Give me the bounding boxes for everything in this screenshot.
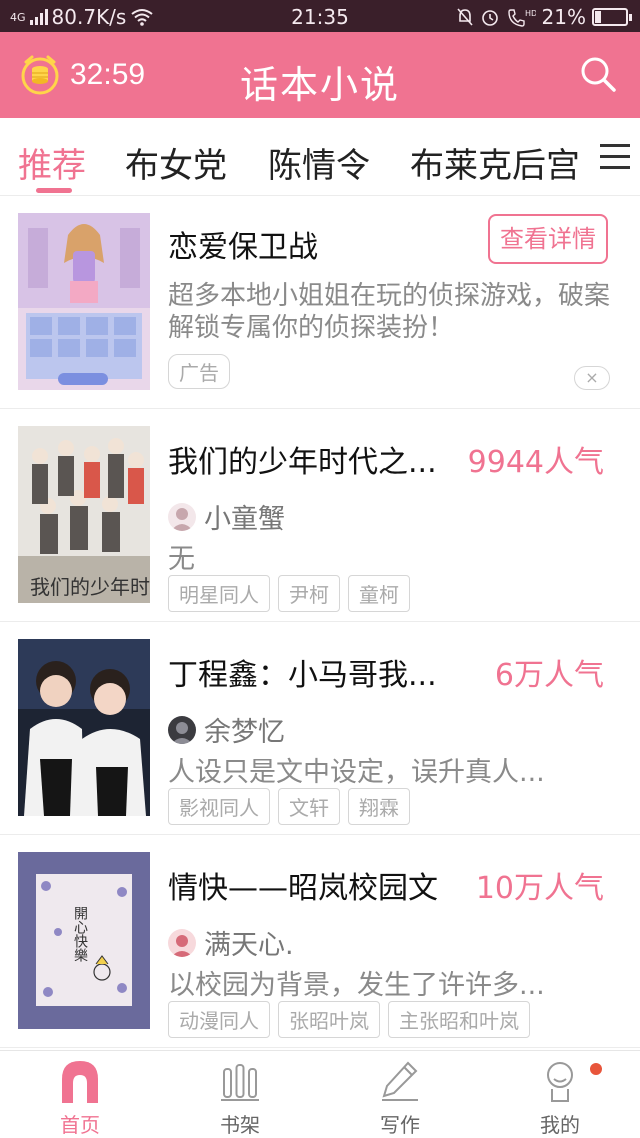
nav-label: 首页 (60, 1113, 100, 1137)
category-tabs: 推荐 布女党 陈情令 布莱克后宫 (0, 118, 640, 196)
tab-recommend[interactable]: 推荐 (18, 138, 86, 187)
tag[interactable]: 主张昭和叶岚 (388, 1001, 530, 1038)
tag[interactable]: 尹柯 (278, 575, 340, 612)
story-cover-image: 開心快樂 (18, 852, 150, 1029)
ad-title: 恋爱保卫战 (168, 230, 318, 265)
tab-blake-harem[interactable]: 布莱克后宫 (410, 138, 580, 187)
call-hd-icon: HD (507, 9, 536, 27)
story-feed: 恋爱保卫战 查看详情 超多本地小姐姐在玩的侦探游戏，破案解锁专属你的侦探装扮！ … (0, 196, 640, 1048)
profile-icon (547, 1062, 573, 1102)
avatar (168, 715, 196, 744)
battery-percent: 21% (541, 5, 586, 29)
svg-text:HD: HD (525, 9, 536, 18)
tag[interactable]: 动漫同人 (168, 1001, 270, 1038)
nav-label: 书架 (220, 1113, 260, 1137)
alarm-icon (481, 10, 498, 26)
author-row[interactable]: 满天心. (168, 923, 294, 962)
story-description: 无 (168, 544, 195, 575)
story-card[interactable]: 丁程鑫：小马哥我... 6万人气 余梦忆 人设只是文中设定，误升真人... 影视… (0, 622, 640, 835)
tag-list: 影视同人 文轩 翔霖 (168, 788, 410, 825)
ad-cover-image (18, 213, 150, 390)
battery-fill (595, 11, 601, 23)
notification-dot (590, 1063, 602, 1075)
story-description: 以校园为背景，发生了许许多... (168, 970, 545, 1001)
author-row[interactable]: 余梦忆 (168, 710, 285, 749)
popularity: 9944人气 (467, 445, 604, 480)
close-ad-button[interactable]: × (574, 366, 610, 390)
bottom-nav: 首页 书架 写作 我的 (0, 1050, 640, 1138)
ad-description: 超多本地小姐姐在玩的侦探游戏，破案解锁专属你的侦探装扮！ (168, 281, 611, 343)
cover-title-text: 我们的少年时代 (30, 575, 150, 599)
popularity: 6万人气 (494, 658, 604, 693)
tab-bunvdang[interactable]: 布女党 (125, 138, 227, 187)
author-name: 满天心. (204, 930, 294, 961)
tag[interactable]: 文轩 (278, 788, 340, 825)
author-name: 余梦忆 (204, 717, 285, 748)
author-name: 小童蟹 (204, 504, 285, 535)
story-cover-image (18, 639, 150, 816)
author-row[interactable]: 小童蟹 (168, 497, 285, 536)
tag[interactable]: 影视同人 (168, 788, 270, 825)
tag-list: 明星同人 尹柯 童柯 (168, 575, 410, 612)
story-card[interactable]: 開心快樂 情快——昭岚校园文 10万人气 满天心. 以校园为背景，发生了许许多.… (0, 835, 640, 1048)
active-tab-indicator (36, 188, 72, 193)
search-icon[interactable] (578, 54, 618, 94)
tag[interactable]: 张昭叶岚 (278, 1001, 380, 1038)
menu-icon[interactable] (600, 144, 630, 172)
tab-chenqingling[interactable]: 陈情令 (268, 138, 370, 187)
nav-write[interactable]: 写作 (320, 1051, 480, 1138)
status-right: HD 21% (456, 5, 632, 29)
tag-list: 动漫同人 张昭叶岚 主张昭和叶岚 (168, 1001, 530, 1038)
nav-profile[interactable]: 我的 (480, 1051, 640, 1138)
battery-icon (592, 8, 632, 26)
cover-title-text: 開心快樂 (72, 906, 88, 962)
nav-home[interactable]: 首页 (0, 1051, 160, 1138)
tag[interactable]: 翔霖 (348, 788, 410, 825)
story-card[interactable]: 我们的少年时代 我们的少年时代之... 9944人气 小童蟹 无 明星同人 尹柯… (0, 409, 640, 622)
view-details-button[interactable]: 查看详情 (488, 214, 608, 264)
story-description: 人设只是文中设定，误升真人... (168, 757, 545, 788)
status-bar: 4G 80.7K/s 21:35 HD 21% (0, 0, 640, 32)
story-title: 情快——昭岚校园文 (168, 871, 438, 906)
popularity: 10万人气 (475, 871, 604, 906)
mute-bell-icon (456, 8, 473, 26)
nav-label: 我的 (540, 1113, 580, 1137)
tag[interactable]: 童柯 (348, 575, 410, 612)
pen-icon (382, 1061, 418, 1101)
ad-card[interactable]: 恋爱保卫战 查看详情 超多本地小姐姐在玩的侦探游戏，破案解锁专属你的侦探装扮！ … (0, 196, 640, 409)
story-title: 我们的少年时代之... (168, 445, 437, 480)
app-title: 话本小说 (239, 63, 400, 107)
avatar (168, 928, 196, 957)
story-cover-image: 我们的少年时代 (18, 426, 150, 603)
bookshelf-icon (221, 1064, 259, 1101)
tag[interactable]: 明星同人 (168, 575, 270, 612)
nav-label: 写作 (380, 1113, 420, 1137)
ad-badge: 广告 (168, 354, 230, 389)
home-icon (62, 1061, 98, 1103)
story-title: 丁程鑫：小马哥我... (168, 658, 437, 693)
nav-bookshelf[interactable]: 书架 (160, 1051, 320, 1138)
avatar (168, 502, 196, 531)
app-header: 32:59 话本小说 (0, 32, 640, 118)
